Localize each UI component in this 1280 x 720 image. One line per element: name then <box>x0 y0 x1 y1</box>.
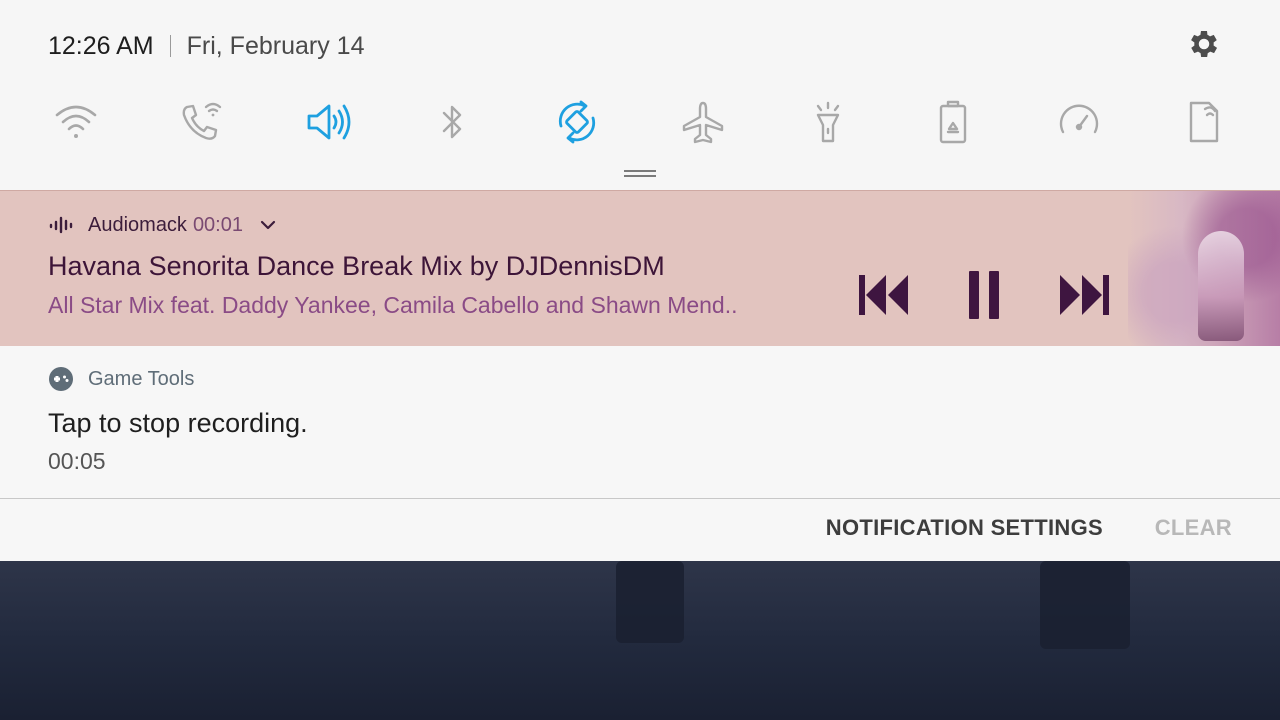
media-app-name: Audiomack <box>88 213 187 236</box>
media-header: Audiomack 00:01 <box>48 211 277 239</box>
qs-tile-auto-rotate[interactable] <box>547 92 607 152</box>
status-row: 12:26 AM Fri, February 14 <box>48 30 364 62</box>
date-label[interactable]: Fri, February 14 <box>187 32 365 61</box>
qs-tile-sound[interactable] <box>297 92 357 152</box>
sound-icon <box>307 104 351 140</box>
wallpaper-figure <box>616 561 684 643</box>
qs-tile-power-saving[interactable] <box>923 92 983 152</box>
clear-button[interactable]: CLEAR <box>1155 515 1232 541</box>
power-saving-icon <box>939 100 967 144</box>
airplane-mode-icon <box>682 101 724 144</box>
bluetooth-icon <box>442 105 462 139</box>
flashlight-icon <box>816 101 840 143</box>
wifi-calling-icon <box>182 102 222 140</box>
qs-tile-wifi[interactable] <box>46 92 106 152</box>
next-track-button[interactable] <box>1054 265 1114 325</box>
album-art-figure <box>1198 231 1244 341</box>
song-title: Havana Senorita Dance Break Mix by DJDen… <box>48 251 665 281</box>
expand-button[interactable] <box>259 219 277 231</box>
media-notification[interactable]: Audiomack 00:01 Havana Senorita Dance Br… <box>0 190 1280 346</box>
gear-icon <box>1191 30 1218 58</box>
pause-button[interactable] <box>954 265 1014 325</box>
game-tools-header: Game Tools <box>48 366 194 392</box>
settings-button[interactable] <box>1184 24 1224 64</box>
home-wallpaper <box>0 561 1280 720</box>
performance-icon <box>1059 104 1099 134</box>
chevron-down-icon <box>260 220 276 230</box>
qs-tile-flashlight[interactable] <box>798 92 858 152</box>
divider <box>169 35 171 57</box>
game-tools-notification[interactable]: Game Tools Tap to stop recording. 00:05 <box>0 346 1280 499</box>
audiomack-logo-icon <box>49 216 73 234</box>
wifi-icon <box>55 105 97 138</box>
qs-tile-secure-folder[interactable] <box>1174 92 1234 152</box>
game-controller-icon <box>49 367 73 391</box>
notification-settings-button[interactable]: NOTIFICATION SETTINGS <box>826 515 1103 541</box>
panel-drag-handle[interactable] <box>624 170 656 177</box>
clock: 12:26 AM <box>48 31 154 60</box>
previous-track-button[interactable] <box>854 265 914 325</box>
skip-previous-icon <box>859 275 908 315</box>
skip-next-icon <box>1060 275 1109 315</box>
media-elapsed-time: 00:01 <box>192 213 243 236</box>
wallpaper-figure <box>1040 561 1130 649</box>
game-tools-app-name: Game Tools <box>88 367 195 390</box>
qs-tile-bluetooth[interactable] <box>422 92 482 152</box>
recording-elapsed-time: 00:05 <box>48 448 106 474</box>
quick-settings-panel: 12:26 AM Fri, February 14 <box>0 0 1280 190</box>
qs-tile-airplane-mode[interactable] <box>673 92 733 152</box>
secure-folder-icon <box>1189 101 1219 143</box>
recording-message: Tap to stop recording. <box>48 408 308 438</box>
notification-footer: NOTIFICATION SETTINGS CLEAR <box>0 499 1280 561</box>
auto-rotate-icon <box>558 100 596 144</box>
qs-tile-performance[interactable] <box>1049 92 1109 152</box>
pause-icon <box>969 271 999 319</box>
quick-settings-row <box>0 92 1280 152</box>
song-artist: All Star Mix feat. Daddy Yankee, Camila … <box>48 292 738 318</box>
album-art <box>1128 191 1280 346</box>
qs-tile-wifi-calling[interactable] <box>171 92 231 152</box>
